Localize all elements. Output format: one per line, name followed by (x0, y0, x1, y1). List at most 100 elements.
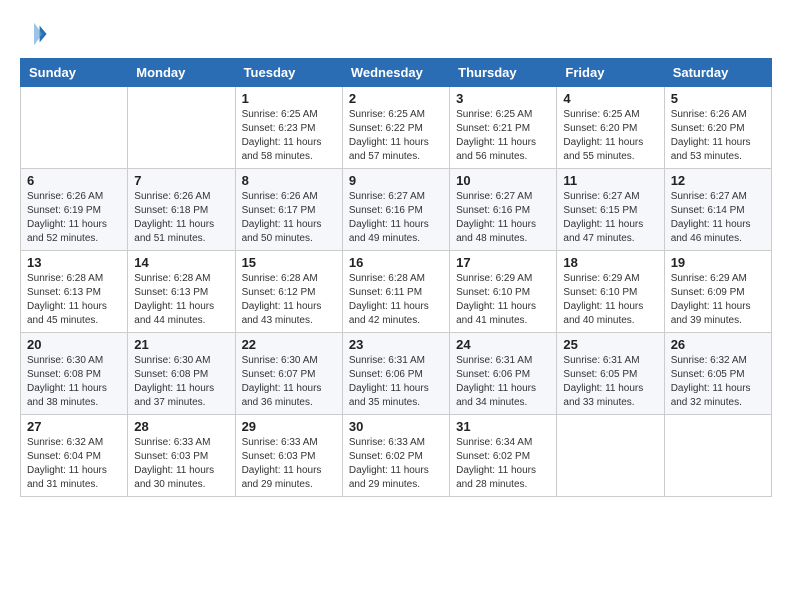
day-cell (128, 87, 235, 169)
weekday-header-wednesday: Wednesday (342, 59, 449, 87)
day-info: Sunrise: 6:33 AM Sunset: 6:03 PM Dayligh… (242, 436, 336, 492)
day-info: Sunrise: 6:26 AM Sunset: 6:18 PM Dayligh… (134, 190, 228, 246)
day-info: Sunrise: 6:32 AM Sunset: 6:05 PM Dayligh… (671, 354, 765, 410)
day-info: Sunrise: 6:28 AM Sunset: 6:12 PM Dayligh… (242, 272, 336, 328)
day-info: Sunrise: 6:26 AM Sunset: 6:20 PM Dayligh… (671, 108, 765, 164)
day-cell (557, 415, 664, 497)
day-info: Sunrise: 6:34 AM Sunset: 6:02 PM Dayligh… (456, 436, 550, 492)
day-cell: 4 Sunrise: 6:25 AM Sunset: 6:20 PM Daylig… (557, 87, 664, 169)
day-number: 23 (349, 337, 443, 352)
day-cell: 3Sunrise: 6:25 AM Sunset: 6:21 PM Daylig… (450, 87, 557, 169)
day-number: 11 (563, 173, 657, 188)
day-number: 25 (563, 337, 657, 352)
day-cell: 18 Sunrise: 6:29 AM Sunset: 6:10 PM Dayli… (557, 251, 664, 333)
day-info: Sunrise: 6:29 AM Sunset: 6:10 PM Dayligh… (456, 272, 550, 328)
day-cell: 26 Sunrise: 6:32 AM Sunset: 6:05 PM Dayli… (664, 333, 771, 415)
week-row-4: 20Sunrise: 6:30 AM Sunset: 6:08 PM Dayli… (21, 333, 772, 415)
day-info: Sunrise: 6:33 AM Sunset: 6:02 PM Dayligh… (349, 436, 443, 492)
day-info: Sunrise: 6:31 AM Sunset: 6:06 PM Dayligh… (349, 354, 443, 410)
day-cell: 5 Sunrise: 6:26 AM Sunset: 6:20 PM Daylig… (664, 87, 771, 169)
day-number: 30 (349, 419, 443, 434)
day-info: Sunrise: 6:30 AM Sunset: 6:08 PM Dayligh… (134, 354, 228, 410)
weekday-header-saturday: Saturday (664, 59, 771, 87)
day-info: Sunrise: 6:29 AM Sunset: 6:09 PM Dayligh… (671, 272, 765, 328)
day-info: Sunrise: 6:33 AM Sunset: 6:03 PM Dayligh… (134, 436, 228, 492)
weekday-header-sunday: Sunday (21, 59, 128, 87)
day-info: Sunrise: 6:27 AM Sunset: 6:15 PM Dayligh… (563, 190, 657, 246)
day-number: 7 (134, 173, 228, 188)
day-cell: 11 Sunrise: 6:27 AM Sunset: 6:15 PM Dayli… (557, 169, 664, 251)
day-number: 14 (134, 255, 228, 270)
day-number: 21 (134, 337, 228, 352)
day-cell (21, 87, 128, 169)
day-number: 4 (563, 91, 657, 106)
day-cell: 6 Sunrise: 6:26 AM Sunset: 6:19 PM Daylig… (21, 169, 128, 251)
day-info: Sunrise: 6:25 AM Sunset: 6:21 PM Dayligh… (456, 108, 550, 164)
day-cell: 10Sunrise: 6:27 AM Sunset: 6:16 PM Dayli… (450, 169, 557, 251)
day-info: Sunrise: 6:25 AM Sunset: 6:20 PM Dayligh… (563, 108, 657, 164)
day-info: Sunrise: 6:28 AM Sunset: 6:13 PM Dayligh… (27, 272, 121, 328)
day-cell: 16Sunrise: 6:28 AM Sunset: 6:11 PM Dayli… (342, 251, 449, 333)
day-info: Sunrise: 6:31 AM Sunset: 6:06 PM Dayligh… (456, 354, 550, 410)
day-cell: 24 Sunrise: 6:31 AM Sunset: 6:06 PM Dayli… (450, 333, 557, 415)
day-cell: 1Sunrise: 6:25 AM Sunset: 6:23 PM Daylig… (235, 87, 342, 169)
weekday-header-row: SundayMondayTuesdayWednesdayThursdayFrid… (21, 59, 772, 87)
day-cell: 2 Sunrise: 6:25 AM Sunset: 6:22 PM Daylig… (342, 87, 449, 169)
day-cell: 22 Sunrise: 6:30 AM Sunset: 6:07 PM Dayli… (235, 333, 342, 415)
week-row-1: 1Sunrise: 6:25 AM Sunset: 6:23 PM Daylig… (21, 87, 772, 169)
day-info: Sunrise: 6:27 AM Sunset: 6:14 PM Dayligh… (671, 190, 765, 246)
day-number: 15 (242, 255, 336, 270)
weekday-header-thursday: Thursday (450, 59, 557, 87)
day-cell: 8 Sunrise: 6:26 AM Sunset: 6:17 PM Daylig… (235, 169, 342, 251)
day-number: 13 (27, 255, 121, 270)
weekday-header-tuesday: Tuesday (235, 59, 342, 87)
day-number: 24 (456, 337, 550, 352)
day-info: Sunrise: 6:25 AM Sunset: 6:23 PM Dayligh… (242, 108, 336, 164)
day-cell: 30 Sunrise: 6:33 AM Sunset: 6:02 PM Dayli… (342, 415, 449, 497)
day-number: 16 (349, 255, 443, 270)
day-number: 22 (242, 337, 336, 352)
day-info: Sunrise: 6:30 AM Sunset: 6:07 PM Dayligh… (242, 354, 336, 410)
weekday-header-friday: Friday (557, 59, 664, 87)
day-cell: 7 Sunrise: 6:26 AM Sunset: 6:18 PM Daylig… (128, 169, 235, 251)
day-info: Sunrise: 6:25 AM Sunset: 6:22 PM Dayligh… (349, 108, 443, 164)
day-cell: 27 Sunrise: 6:32 AM Sunset: 6:04 PM Dayli… (21, 415, 128, 497)
day-cell: 12Sunrise: 6:27 AM Sunset: 6:14 PM Dayli… (664, 169, 771, 251)
day-cell (664, 415, 771, 497)
day-number: 29 (242, 419, 336, 434)
day-cell: 21 Sunrise: 6:30 AM Sunset: 6:08 PM Dayli… (128, 333, 235, 415)
day-info: Sunrise: 6:29 AM Sunset: 6:10 PM Dayligh… (563, 272, 657, 328)
day-cell: 28 Sunrise: 6:33 AM Sunset: 6:03 PM Dayli… (128, 415, 235, 497)
day-number: 17 (456, 255, 550, 270)
day-number: 28 (134, 419, 228, 434)
day-info: Sunrise: 6:26 AM Sunset: 6:17 PM Dayligh… (242, 190, 336, 246)
day-cell: 20Sunrise: 6:30 AM Sunset: 6:08 PM Dayli… (21, 333, 128, 415)
week-row-5: 27 Sunrise: 6:32 AM Sunset: 6:04 PM Dayli… (21, 415, 772, 497)
day-info: Sunrise: 6:27 AM Sunset: 6:16 PM Dayligh… (456, 190, 550, 246)
day-number: 26 (671, 337, 765, 352)
day-number: 18 (563, 255, 657, 270)
day-number: 19 (671, 255, 765, 270)
day-info: Sunrise: 6:30 AM Sunset: 6:08 PM Dayligh… (27, 354, 121, 410)
logo-icon (20, 20, 48, 48)
logo (20, 20, 52, 48)
day-number: 8 (242, 173, 336, 188)
day-number: 2 (349, 91, 443, 106)
day-number: 6 (27, 173, 121, 188)
week-row-3: 13 Sunrise: 6:28 AM Sunset: 6:13 PM Dayli… (21, 251, 772, 333)
day-cell: 15 Sunrise: 6:28 AM Sunset: 6:12 PM Dayli… (235, 251, 342, 333)
day-info: Sunrise: 6:31 AM Sunset: 6:05 PM Dayligh… (563, 354, 657, 410)
day-info: Sunrise: 6:28 AM Sunset: 6:13 PM Dayligh… (134, 272, 228, 328)
day-number: 5 (671, 91, 765, 106)
day-info: Sunrise: 6:26 AM Sunset: 6:19 PM Dayligh… (27, 190, 121, 246)
day-cell: 23 Sunrise: 6:31 AM Sunset: 6:06 PM Dayli… (342, 333, 449, 415)
day-cell: 19 Sunrise: 6:29 AM Sunset: 6:09 PM Dayli… (664, 251, 771, 333)
day-number: 31 (456, 419, 550, 434)
weekday-header-monday: Monday (128, 59, 235, 87)
day-info: Sunrise: 6:32 AM Sunset: 6:04 PM Dayligh… (27, 436, 121, 492)
calendar: SundayMondayTuesdayWednesdayThursdayFrid… (20, 58, 772, 497)
day-cell: 29 Sunrise: 6:33 AM Sunset: 6:03 PM Dayli… (235, 415, 342, 497)
header (20, 20, 772, 48)
day-number: 27 (27, 419, 121, 434)
week-row-2: 6 Sunrise: 6:26 AM Sunset: 6:19 PM Daylig… (21, 169, 772, 251)
